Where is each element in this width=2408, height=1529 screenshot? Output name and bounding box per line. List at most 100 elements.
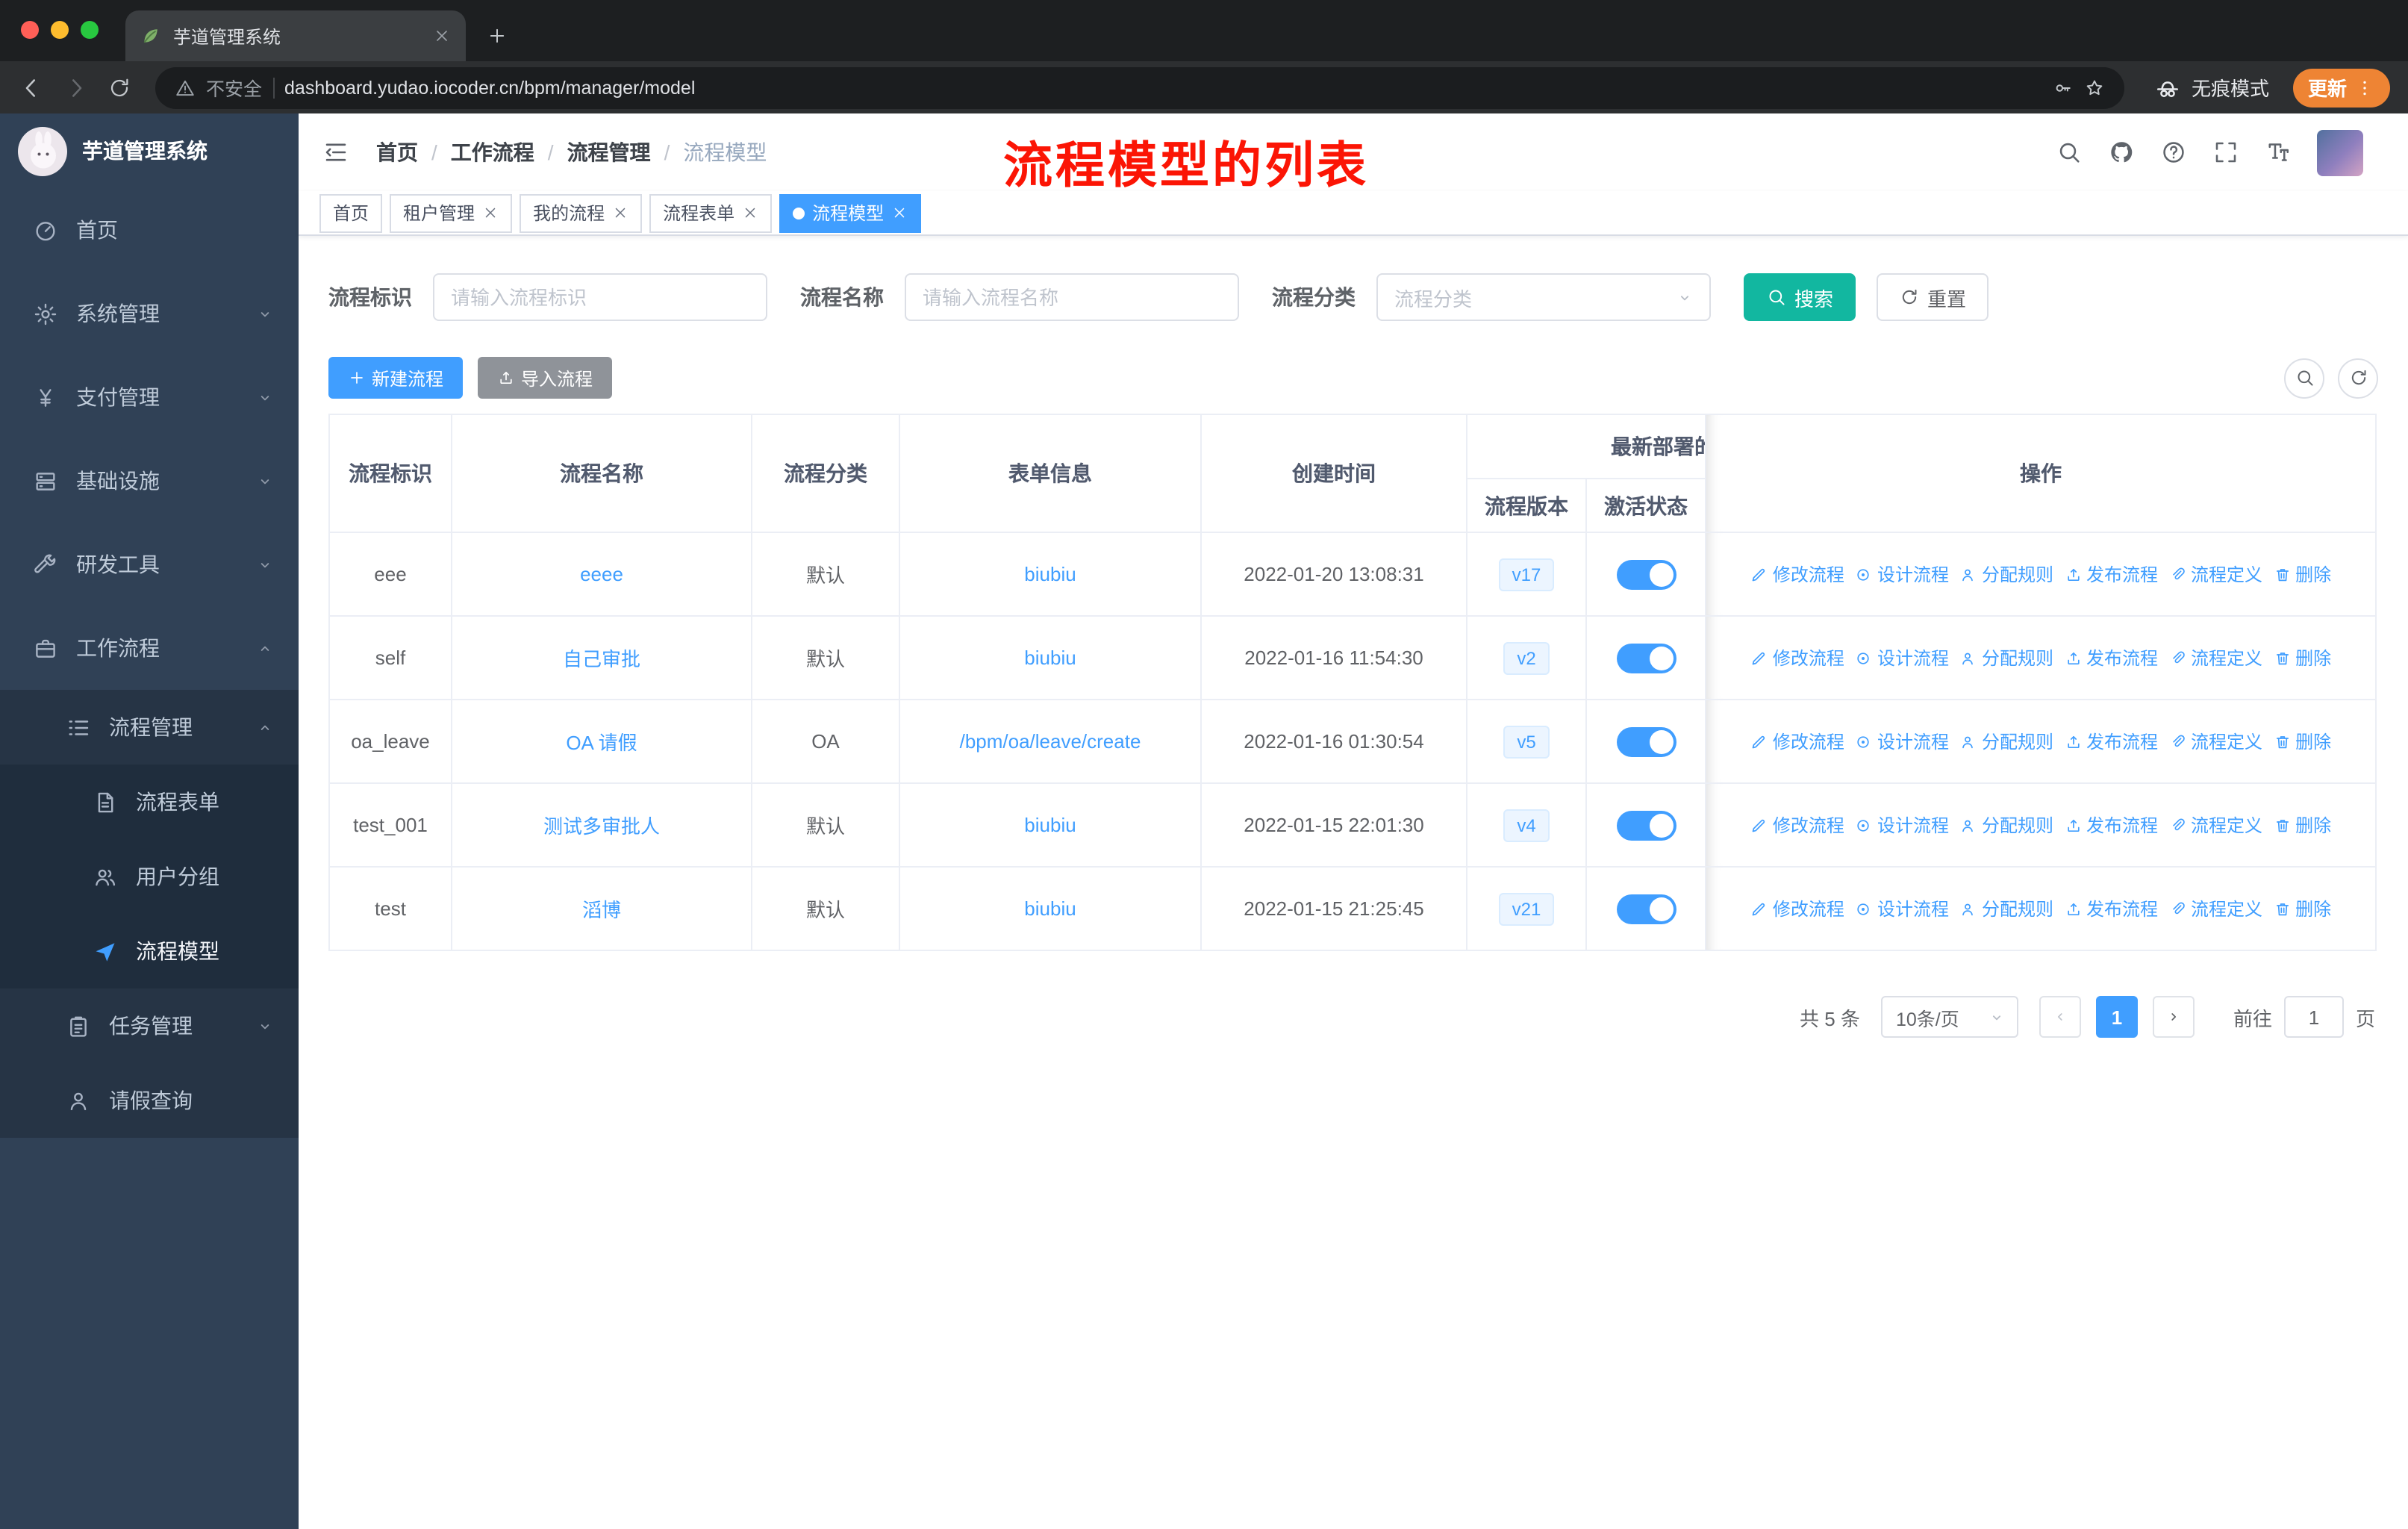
breadcrumb-process-management[interactable]: 流程管理 — [567, 137, 651, 167]
action-design-process[interactable]: 设计流程 — [1855, 645, 1949, 670]
close-icon[interactable] — [742, 205, 758, 221]
action-design-process[interactable]: 设计流程 — [1855, 812, 1949, 838]
action-delete[interactable]: 删除 — [2273, 645, 2331, 670]
search-button[interactable]: 搜索 — [1744, 273, 1856, 321]
sidebar-item-user-group[interactable]: 用户分组 — [0, 839, 299, 914]
user-avatar[interactable] — [2317, 129, 2363, 175]
process-name-link[interactable]: 测试多审批人 — [543, 815, 660, 838]
active-switch[interactable] — [1616, 894, 1676, 924]
browser-tab[interactable]: 芋道管理系统 — [125, 10, 466, 61]
window-minimize-button[interactable] — [51, 21, 69, 39]
sidebar-item-infrastructure[interactable]: 基础设施 — [0, 439, 299, 523]
github-icon[interactable] — [2108, 139, 2135, 166]
breadcrumb-home[interactable]: 首页 — [376, 137, 418, 167]
action-assign-rule[interactable]: 分配规则 — [1959, 812, 2053, 838]
help-icon[interactable] — [2160, 139, 2187, 166]
action-delete[interactable]: 删除 — [2273, 729, 2331, 754]
prev-page-button[interactable] — [2039, 996, 2081, 1038]
breadcrumb-workflow[interactable]: 工作流程 — [451, 137, 534, 167]
window-close-button[interactable] — [21, 21, 39, 39]
page-size-select[interactable]: 10条/页 — [1880, 996, 2018, 1038]
reset-button[interactable]: 重置 — [1877, 273, 1989, 321]
back-icon[interactable] — [18, 74, 45, 101]
address-bar[interactable]: 不安全 dashboard.yudao.iocoder.cn/bpm/manag… — [155, 66, 2124, 108]
search-icon[interactable] — [2056, 139, 2083, 166]
tag-process-form[interactable]: 流程表单 — [649, 193, 773, 232]
action-publish-process[interactable]: 发布流程 — [2064, 645, 2158, 670]
sidebar-collapse-icon[interactable] — [322, 139, 349, 166]
action-modify-process[interactable]: 修改流程 — [1750, 896, 1844, 921]
action-design-process[interactable]: 设计流程 — [1855, 729, 1949, 754]
browser-menu-icon[interactable] — [2354, 77, 2375, 98]
process-name-link[interactable]: 自己审批 — [563, 648, 640, 670]
sidebar-item-workflow[interactable]: 工作流程 — [0, 606, 299, 690]
sidebar-item-process-form[interactable]: 流程表单 — [0, 764, 299, 839]
refresh-table-button[interactable] — [2338, 358, 2378, 398]
toggle-search-button[interactable] — [2284, 358, 2324, 398]
form-info-link[interactable]: /bpm/oa/leave/create — [960, 730, 1141, 753]
tab-close-icon[interactable] — [433, 27, 451, 45]
font-size-icon[interactable] — [2265, 139, 2292, 166]
tag-tenant-management[interactable]: 租户管理 — [390, 193, 513, 232]
action-delete[interactable]: 删除 — [2273, 561, 2331, 587]
update-button[interactable]: 更新 — [2292, 68, 2390, 107]
action-assign-rule[interactable]: 分配规则 — [1959, 561, 2053, 587]
tag-process-model[interactable]: 流程模型 — [779, 193, 922, 232]
sidebar-item-dev-tools[interactable]: 研发工具 — [0, 523, 299, 606]
action-assign-rule[interactable]: 分配规则 — [1959, 896, 2053, 921]
action-modify-process[interactable]: 修改流程 — [1750, 729, 1844, 754]
active-switch[interactable] — [1616, 643, 1676, 673]
close-icon[interactable] — [612, 205, 628, 221]
category-select[interactable]: 流程分类 — [1376, 273, 1711, 321]
close-icon[interactable] — [482, 205, 499, 221]
app-logo[interactable]: 芋道管理系统 — [0, 113, 299, 188]
current-page-button[interactable]: 1 — [2095, 996, 2138, 1038]
action-process-definition[interactable]: 流程定义 — [2168, 645, 2262, 670]
active-switch[interactable] — [1616, 726, 1676, 756]
action-delete[interactable]: 删除 — [2273, 812, 2331, 838]
action-design-process[interactable]: 设计流程 — [1855, 896, 1949, 921]
form-info-link[interactable]: biubiu — [1024, 897, 1076, 920]
sidebar-item-home[interactable]: 首页 — [0, 188, 299, 272]
bookmark-star-icon[interactable] — [2084, 77, 2105, 98]
action-process-definition[interactable]: 流程定义 — [2168, 729, 2262, 754]
action-modify-process[interactable]: 修改流程 — [1750, 561, 1844, 587]
sidebar-item-payment-management[interactable]: 支付管理 — [0, 355, 299, 439]
process-name-link[interactable]: OA 请假 — [566, 732, 637, 754]
forward-icon[interactable] — [63, 74, 90, 101]
form-info-link[interactable]: biubiu — [1024, 563, 1076, 585]
goto-page-input[interactable] — [2283, 996, 2344, 1038]
tag-home[interactable]: 首页 — [319, 193, 383, 232]
import-process-button[interactable]: 导入流程 — [478, 357, 613, 399]
password-key-icon[interactable] — [2053, 77, 2074, 98]
process-key-input[interactable] — [433, 273, 767, 321]
active-switch[interactable] — [1616, 810, 1676, 840]
close-icon[interactable] — [891, 205, 908, 221]
action-design-process[interactable]: 设计流程 — [1855, 561, 1949, 587]
active-switch[interactable] — [1616, 559, 1676, 589]
action-modify-process[interactable]: 修改流程 — [1750, 812, 1844, 838]
process-name-input[interactable] — [905, 273, 1239, 321]
create-process-button[interactable]: 新建流程 — [328, 357, 464, 399]
process-name-link[interactable]: eeee — [580, 563, 623, 585]
sidebar-item-leave-query[interactable]: 请假查询 — [0, 1063, 299, 1138]
action-modify-process[interactable]: 修改流程 — [1750, 645, 1844, 670]
action-process-definition[interactable]: 流程定义 — [2168, 561, 2262, 587]
sidebar-item-process-model[interactable]: 流程模型 — [0, 914, 299, 988]
action-process-definition[interactable]: 流程定义 — [2168, 896, 2262, 921]
new-tab-icon[interactable] — [487, 25, 508, 46]
sidebar-item-task-management[interactable]: 任务管理 — [0, 988, 299, 1063]
window-zoom-button[interactable] — [81, 21, 99, 39]
form-info-link[interactable]: biubiu — [1024, 647, 1076, 669]
tag-my-process[interactable]: 我的流程 — [520, 193, 643, 232]
action-publish-process[interactable]: 发布流程 — [2064, 812, 2158, 838]
sidebar-item-process-management[interactable]: 流程管理 — [0, 690, 299, 764]
action-process-definition[interactable]: 流程定义 — [2168, 812, 2262, 838]
action-publish-process[interactable]: 发布流程 — [2064, 896, 2158, 921]
action-delete[interactable]: 删除 — [2273, 896, 2331, 921]
next-page-button[interactable] — [2152, 996, 2195, 1038]
action-publish-process[interactable]: 发布流程 — [2064, 561, 2158, 587]
action-assign-rule[interactable]: 分配规则 — [1959, 645, 2053, 670]
fullscreen-icon[interactable] — [2212, 139, 2239, 166]
sidebar-item-system-management[interactable]: 系统管理 — [0, 272, 299, 355]
